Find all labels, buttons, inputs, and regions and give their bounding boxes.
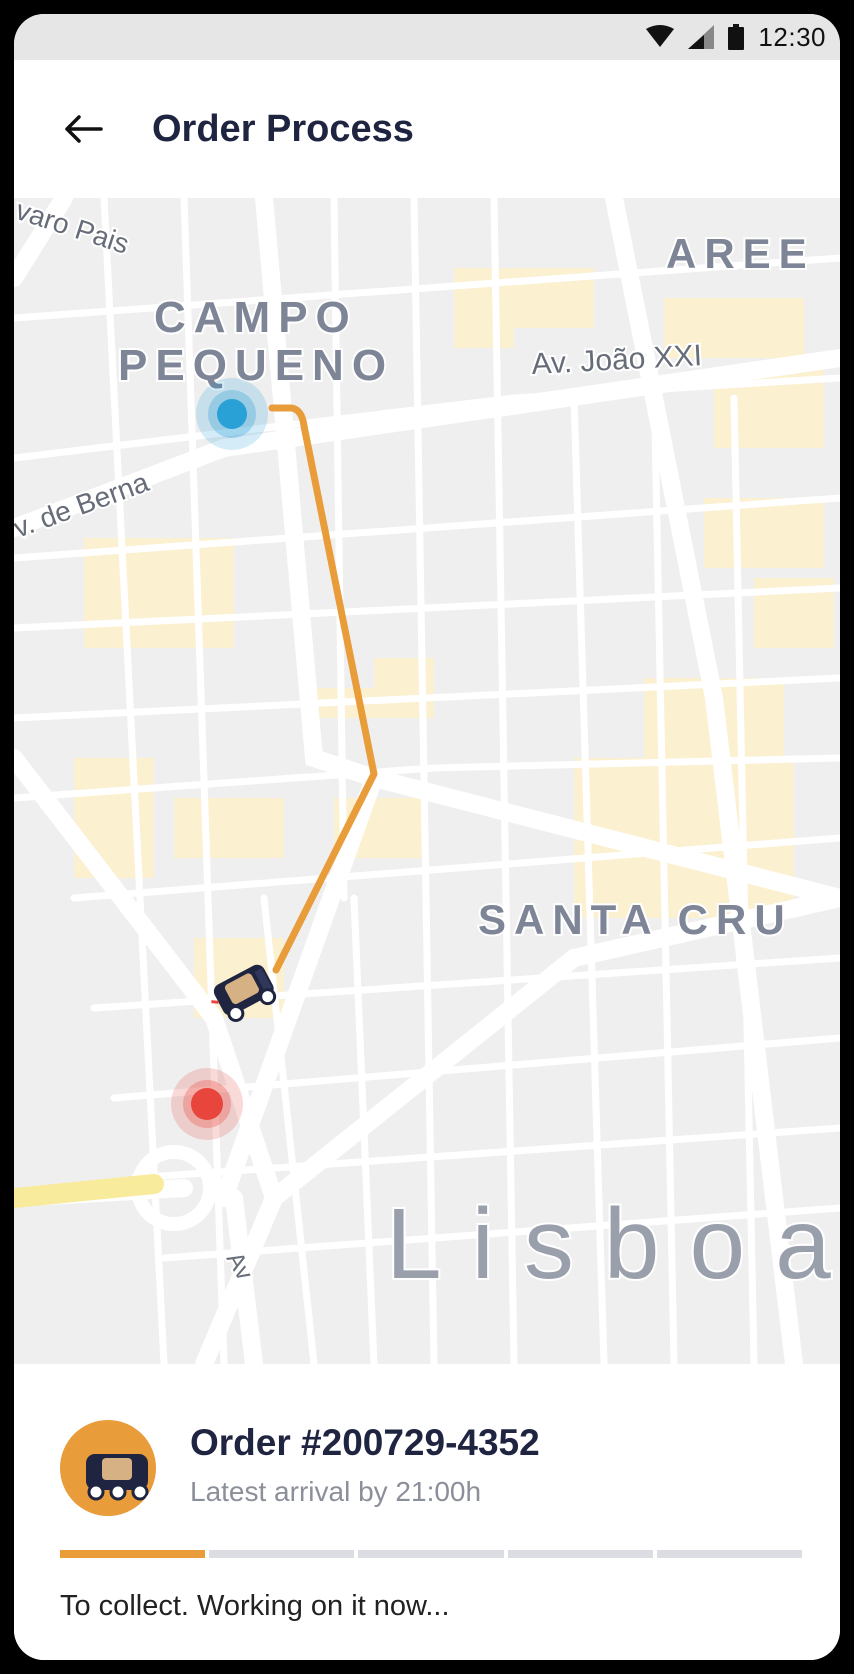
order-status-message: To collect. Working on it now... [60,1590,450,1622]
app-header: Order Process [14,60,840,198]
wifi-icon [646,25,675,47]
order-arrival-time: Latest arrival by 21:00h [190,1476,482,1507]
map-label-santa-cruz: SANTA CRU [478,896,793,943]
status-icons: 12:30 [646,14,826,60]
phone-screen: 12:30 Order Process CAMPO PEQUENO AREE S… [14,14,840,1660]
page-title: Order Process [152,108,414,150]
order-title: Order #200729-4352 [190,1422,540,1463]
map-label-aree: AREE [666,230,815,277]
map-label-lisboa: Lisboa [386,1188,840,1300]
status-bar: 12:30 [14,14,840,60]
cellular-signal-icon [688,25,715,49]
battery-icon [728,24,745,50]
progress-step-5 [656,1550,803,1558]
map-canvas: CAMPO PEQUENO AREE SANTA CRU Lisboa Av. … [14,198,840,1364]
map-label-campo: CAMPO [154,293,358,342]
arrow-left-icon [65,115,103,143]
map-label-berna: v. de Berna [14,466,153,544]
progress-step-2 [209,1550,355,1558]
order-avatar [60,1420,156,1516]
delivery-robot-icon [86,1454,149,1501]
status-time: 12:30 [758,21,826,52]
back-button[interactable] [58,104,108,154]
destination-marker[interactable] [171,1068,243,1140]
map-view[interactable]: CAMPO PEQUENO AREE SANTA CRU Lisboa Av. … [14,198,840,1364]
order-progress-bar [60,1550,803,1558]
progress-step-4 [507,1550,653,1558]
origin-marker[interactable] [196,378,268,450]
progress-step-3 [358,1550,504,1558]
progress-step-1 [60,1550,206,1558]
order-card[interactable]: Order #200729-4352 Latest arrival by 21:… [14,1364,840,1660]
map-label-pequeno: PEQUENO [118,341,394,390]
